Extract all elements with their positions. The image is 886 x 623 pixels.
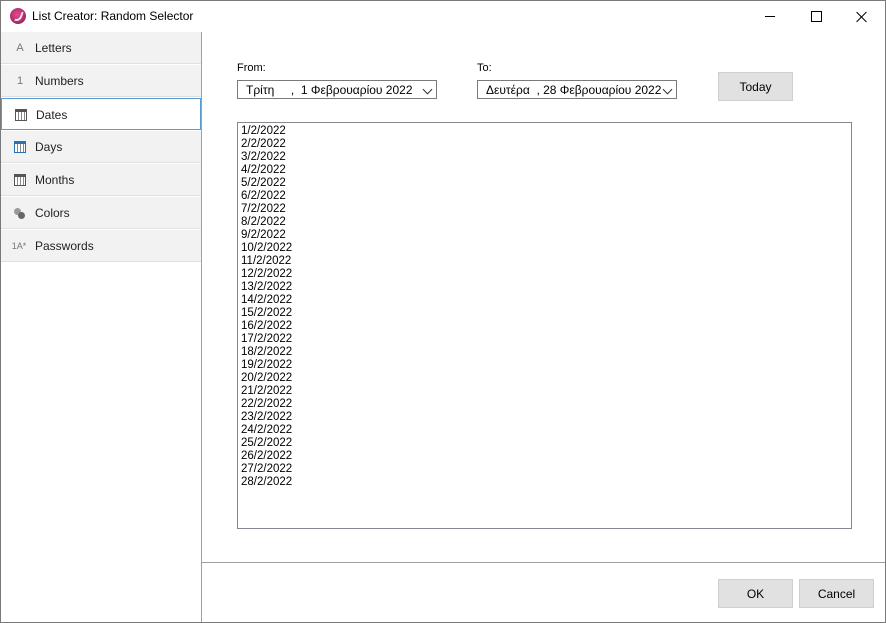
chevron-down-icon (422, 84, 433, 95)
list-item[interactable]: 15/2/2022 (241, 307, 292, 320)
list-item[interactable]: 27/2/2022 (241, 463, 292, 476)
list-item[interactable]: 8/2/2022 (241, 216, 286, 229)
list-item[interactable]: 16/2/2022 (241, 320, 292, 333)
to-date-picker[interactable]: Δευτέρα , 28 Φεβρουαρίου 2022 (477, 80, 677, 99)
list-item[interactable]: 13/2/2022 (241, 281, 292, 294)
list-item[interactable]: 18/2/2022 (241, 346, 292, 359)
from-date-picker[interactable]: Τρίτη , 1 Φεβρουαρίου 2022 (237, 80, 437, 99)
password-icon: 1A* (11, 241, 27, 251)
digit-one-icon: 1 (16, 75, 24, 87)
sidebar-item-months[interactable]: Months (1, 164, 201, 196)
minimize-icon (765, 16, 775, 17)
list-item[interactable]: 1/2/2022 (241, 125, 286, 138)
list-item[interactable]: 9/2/2022 (241, 229, 286, 242)
footer-divider (202, 562, 885, 563)
today-button[interactable]: Today (718, 72, 793, 101)
date-list[interactable]: 1/2/2022 2/2/2022 3/2/2022 4/2/2022 5/2/2022… (237, 122, 852, 529)
list-item[interactable]: 5/2/2022 (241, 177, 286, 190)
calendar-month-icon (13, 173, 27, 187)
colors-icon (13, 206, 27, 220)
main-panel: From: Τρίτη , 1 Φεβρουαρίου 2022 To: Δευ… (202, 32, 885, 622)
app-window: List Creator: Random Selector A Letters … (0, 0, 886, 623)
list-item[interactable]: 25/2/2022 (241, 437, 292, 450)
sidebar-item-letters[interactable]: A Letters (1, 32, 201, 64)
list-item[interactable]: 3/2/2022 (241, 151, 286, 164)
list-item[interactable]: 12/2/2022 (241, 268, 292, 281)
list-item[interactable]: 6/2/2022 (241, 190, 286, 203)
ok-button[interactable]: OK (718, 579, 793, 608)
title-bar[interactable]: List Creator: Random Selector (1, 1, 885, 32)
sidebar-item-passwords[interactable]: 1A* Passwords (1, 230, 201, 262)
letter-a-icon: A (16, 42, 24, 54)
to-date-value: Δευτέρα , 28 Φεβρουαρίου 2022 (486, 83, 662, 97)
sidebar-item-numbers[interactable]: 1 Numbers (1, 65, 201, 97)
to-label: To: (477, 62, 492, 74)
list-item[interactable]: 22/2/2022 (241, 398, 292, 411)
list-item[interactable]: 19/2/2022 (241, 359, 292, 372)
cancel-button[interactable]: Cancel (799, 579, 874, 608)
list-item[interactable]: 7/2/2022 (241, 203, 286, 216)
list-item[interactable]: 28/2/2022 (241, 476, 292, 489)
sidebar-item-label: Days (35, 140, 63, 154)
list-item[interactable]: 23/2/2022 (241, 411, 292, 424)
app-logo-icon (10, 8, 26, 24)
from-date-value: Τρίτη , 1 Φεβρουαρίου 2022 (246, 83, 413, 97)
sidebar-item-dates[interactable]: Dates (1, 98, 201, 130)
close-icon (856, 11, 868, 23)
list-item[interactable]: 14/2/2022 (241, 294, 292, 307)
list-item[interactable]: 24/2/2022 (241, 424, 292, 437)
chevron-down-icon (662, 84, 673, 95)
list-item[interactable]: 17/2/2022 (241, 333, 292, 346)
sidebar-item-label: Colors (35, 206, 70, 220)
close-button[interactable] (839, 1, 885, 32)
list-item[interactable]: 10/2/2022 (241, 242, 292, 255)
sidebar: A Letters 1 Numbers Dates Days Months Co… (1, 32, 202, 622)
sidebar-item-label: Numbers (35, 74, 84, 88)
list-item[interactable]: 26/2/2022 (241, 450, 292, 463)
list-item[interactable]: 21/2/2022 (241, 385, 292, 398)
list-item[interactable]: 20/2/2022 (241, 372, 292, 385)
window-title: List Creator: Random Selector (32, 9, 194, 23)
calendar-icon (14, 108, 28, 122)
list-item[interactable]: 2/2/2022 (241, 138, 286, 151)
list-item[interactable]: 4/2/2022 (241, 164, 286, 177)
sidebar-item-label: Passwords (35, 239, 94, 253)
sidebar-item-label: Months (35, 173, 75, 187)
calendar-day-icon (13, 140, 27, 154)
sidebar-item-label: Dates (36, 108, 68, 122)
minimize-button[interactable] (747, 1, 793, 32)
maximize-button[interactable] (793, 1, 839, 32)
list-item[interactable]: 11/2/2022 (241, 255, 291, 268)
sidebar-item-colors[interactable]: Colors (1, 197, 201, 229)
sidebar-item-label: Letters (35, 41, 72, 55)
sidebar-item-days[interactable]: Days (1, 131, 201, 163)
from-label: From: (237, 62, 266, 74)
maximize-icon (810, 11, 822, 22)
